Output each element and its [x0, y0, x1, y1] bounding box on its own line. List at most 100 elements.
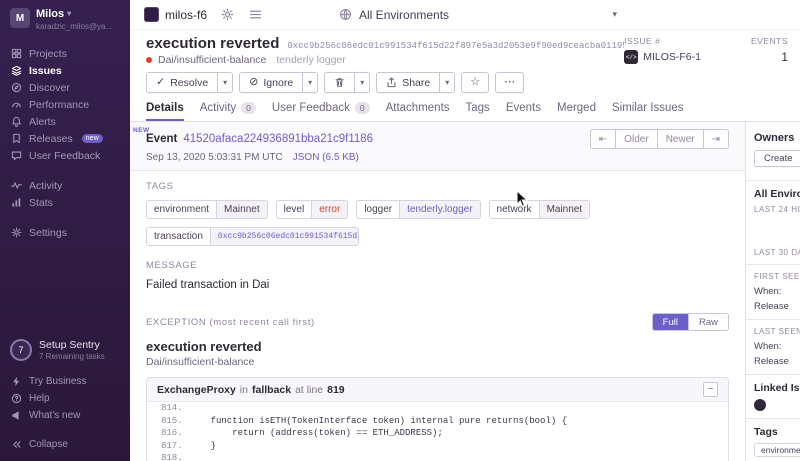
last-seen-release: Release	[754, 356, 789, 367]
more-options-button[interactable]: ⋯	[495, 72, 525, 93]
tag-logger[interactable]: logger tenderly.logger	[356, 200, 481, 219]
stack-frame: ExchangeProxy in fallback at line 819 − …	[147, 378, 728, 461]
all-environments-heading: All Environments	[754, 188, 800, 200]
last-seen-when: When:	[754, 341, 782, 352]
setup-sentry[interactable]: 7 Setup Sentry 7 Remaining tasks	[10, 339, 120, 361]
code-line: 818.	[161, 453, 183, 461]
double-chevron-left-icon	[10, 439, 22, 451]
raw-view-button[interactable]: Raw	[687, 314, 728, 330]
project-selector[interactable]: milos-f6	[144, 7, 207, 22]
discover-icon	[10, 82, 22, 94]
environment-selector[interactable]: All Environments ▾	[339, 8, 617, 22]
stack-frame-header[interactable]: ExchangeProxy in fallback at line 819 −	[147, 378, 728, 402]
ignore-dropdown-button[interactable]: ▾	[302, 73, 317, 92]
org-avatar: M	[10, 8, 30, 28]
pulse-icon	[10, 180, 22, 192]
tab-similar-issues[interactable]: Similar Issues	[612, 102, 684, 121]
new-badge: new	[81, 134, 103, 143]
activity-count-badge: 0	[241, 102, 256, 114]
tab-tags[interactable]: Tags	[466, 102, 490, 121]
tab-user-feedback[interactable]: User Feedback 0	[272, 102, 370, 121]
first-event-button[interactable]: ⇤	[591, 130, 615, 148]
code-line: 814.	[161, 403, 183, 413]
newer-event-button[interactable]: Newer	[656, 130, 703, 148]
delete-dropdown-button[interactable]: ▾	[354, 73, 369, 92]
delete-button[interactable]: ▾	[324, 72, 371, 93]
collapse-sidebar-button[interactable]: Collapse	[10, 436, 120, 453]
first-seen-release: Release	[754, 301, 789, 312]
environment-tag-pill[interactable]: environment	[754, 443, 800, 457]
sidebar-item-user-feedback[interactable]: User Feedback	[10, 147, 120, 164]
whats-new-link[interactable]: What's new	[10, 407, 120, 424]
sidebar-item-activity[interactable]: Activity	[10, 177, 120, 194]
sidebar-item-projects[interactable]: Projects	[10, 45, 120, 62]
star-icon: ☆	[470, 76, 481, 88]
bookmark-star-button[interactable]: ☆	[461, 72, 490, 93]
sidebar-item-performance[interactable]: Performance	[10, 96, 120, 113]
issue-hash: 0xcc9b256c06edc01c991534f615d22f897e5a3d…	[287, 41, 624, 51]
event-id-link[interactable]: 41520afaca224936891bba21c9f1186	[183, 133, 373, 145]
gear-icon	[10, 227, 22, 239]
tag-level[interactable]: level error	[275, 200, 349, 219]
share-dropdown-button[interactable]: ▾	[439, 73, 454, 92]
chevron-down-icon: ▾	[67, 9, 72, 18]
trash-icon	[335, 78, 344, 87]
resolve-button[interactable]: ✓ Resolve ▾	[146, 72, 234, 93]
tag-transaction[interactable]: transaction 0xcc9b256c06edc01c991534f615d…	[146, 227, 359, 246]
tab-merged[interactable]: Merged	[557, 102, 596, 121]
collapse-frame-button[interactable]: −	[703, 382, 718, 397]
stacktrace: ExchangeProxy in fallback at line 819 − …	[146, 377, 729, 461]
tab-attachments[interactable]: Attachments	[386, 102, 450, 121]
right-panel: Owners Create All Environments LAST 24 H…	[745, 122, 800, 461]
chevron-down-icon: ▾	[612, 9, 618, 19]
code-line: 817. }	[161, 440, 217, 451]
tag-environment[interactable]: environment Mainnet	[146, 200, 268, 219]
exception-value: Dai/insufficient-balance	[146, 356, 255, 368]
issue-short-id[interactable]: MILOS-F6-1	[643, 51, 701, 63]
sidebar-item-discover[interactable]: Discover	[10, 79, 120, 96]
sidebar: M Milos ▾ karadzic_milos@ya... Projects I…	[0, 0, 130, 461]
sidebar-item-stats[interactable]: Stats	[10, 194, 120, 211]
resolve-dropdown-button[interactable]: ▾	[217, 73, 232, 92]
sidebar-item-issues[interactable]: Issues	[10, 62, 120, 79]
help-link[interactable]: Help	[10, 390, 120, 407]
exception-section: EXCEPTION (most recent call first) Full …	[130, 291, 745, 461]
org-switcher[interactable]: M Milos ▾ karadzic_milos@ya...	[0, 8, 130, 31]
sidebar-item-alerts[interactable]: Alerts	[10, 113, 120, 130]
exception-heading: EXCEPTION (most recent call first)	[146, 316, 315, 328]
first-seen-label: FIRST SEEN	[754, 272, 800, 281]
try-business-link[interactable]: Try Business	[10, 373, 120, 390]
share-button[interactable]: Share ▾	[376, 72, 456, 93]
linked-issues-heading: Linked Issues	[754, 382, 800, 394]
last-event-button[interactable]: ⇥	[702, 130, 728, 148]
performance-icon	[10, 99, 22, 111]
event-json-link[interactable]: JSON (6.5 KB)	[293, 152, 359, 163]
older-event-button[interactable]: Older	[615, 130, 656, 148]
check-icon: ✓	[156, 76, 166, 88]
menu-icon[interactable]	[247, 7, 263, 23]
sidebar-item-settings[interactable]: Settings	[10, 224, 120, 241]
create-ownership-rule-button[interactable]: Create	[754, 150, 800, 167]
ignore-button[interactable]: ⊘ Ignore ▾	[239, 72, 319, 93]
feedback-count-badge: 0	[354, 102, 370, 114]
bell-icon	[10, 116, 22, 128]
full-view-button[interactable]: Full	[652, 314, 688, 330]
issues-icon	[10, 65, 22, 77]
project-settings-gear-icon[interactable]	[219, 7, 235, 23]
tab-details[interactable]: Details	[146, 102, 184, 121]
github-icon[interactable]	[754, 399, 766, 411]
issue-title: execution reverted	[146, 35, 280, 52]
bar-chart-icon	[10, 197, 22, 209]
mute-icon: ⊘	[249, 76, 259, 88]
error-level-dot	[146, 57, 152, 63]
events-count[interactable]: 1	[751, 50, 788, 64]
exception-type: execution reverted	[146, 339, 262, 354]
tab-events[interactable]: Events	[506, 102, 541, 121]
org-email: karadzic_milos@ya...	[36, 22, 113, 31]
sidebar-nav: Projects Issues Discover Performance Ale…	[0, 45, 130, 241]
tab-activity[interactable]: Activity 0	[200, 102, 256, 121]
tag-network[interactable]: network Mainnet	[488, 200, 591, 219]
setup-progress-ring: 7	[10, 339, 32, 361]
releases-icon	[10, 133, 22, 145]
sidebar-item-releases[interactable]: Releases new	[10, 130, 120, 147]
